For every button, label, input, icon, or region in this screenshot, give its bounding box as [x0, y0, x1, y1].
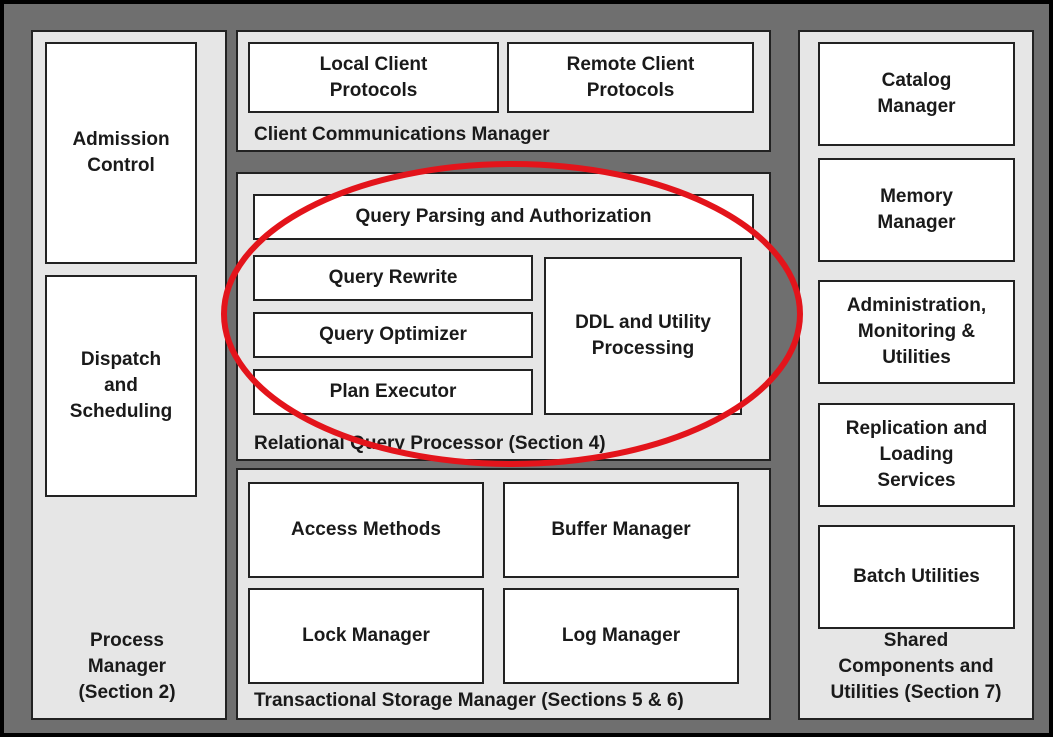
catalog-manager-box: Catalog Manager: [818, 42, 1015, 146]
remote-client-protocols-box: Remote Client Protocols: [507, 42, 754, 113]
access-methods-box: Access Methods: [248, 482, 484, 578]
query-processor-label: Relational Query Processor (Section 4): [254, 433, 606, 454]
plan-executor-box: Plan Executor: [253, 369, 533, 415]
log-manager-box: Log Manager: [503, 588, 739, 684]
shared-components-label: Shared Components and Utilities (Section…: [830, 630, 1002, 703]
process-manager-panel: Admission Control Dispatch and Schedulin…: [31, 30, 227, 720]
client-comm-panel: Local Client Protocols Remote Client Pro…: [236, 30, 771, 152]
ddl-utility-box: DDL and Utility Processing: [544, 257, 742, 415]
dispatch-scheduling-box: Dispatch and Scheduling: [45, 275, 197, 497]
shared-components-panel: Catalog Manager Memory Manager Administr…: [798, 30, 1034, 720]
storage-manager-label: Transactional Storage Manager (Sections …: [254, 690, 684, 711]
query-rewrite-box: Query Rewrite: [253, 255, 533, 301]
memory-manager-box: Memory Manager: [818, 158, 1015, 262]
local-client-protocols-box: Local Client Protocols: [248, 42, 499, 113]
query-optimizer-box: Query Optimizer: [253, 312, 533, 358]
process-manager-label: Process Manager (Section 2): [78, 630, 176, 703]
storage-manager-panel: Access Methods Buffer Manager Lock Manag…: [236, 468, 771, 720]
lock-manager-box: Lock Manager: [248, 588, 484, 684]
batch-utilities-box: Batch Utilities: [818, 525, 1015, 629]
client-comm-label: Client Communications Manager: [254, 124, 550, 145]
buffer-manager-box: Buffer Manager: [503, 482, 739, 578]
query-parsing-box: Query Parsing and Authorization: [253, 194, 754, 240]
replication-loading-box: Replication and Loading Services: [818, 403, 1015, 507]
admin-monitoring-box: Administration, Monitoring & Utilities: [818, 280, 1015, 384]
query-processor-panel: Query Parsing and Authorization Query Re…: [236, 172, 771, 461]
admission-control-box: Admission Control: [45, 42, 197, 264]
architecture-diagram: Admission Control Dispatch and Schedulin…: [0, 0, 1053, 737]
